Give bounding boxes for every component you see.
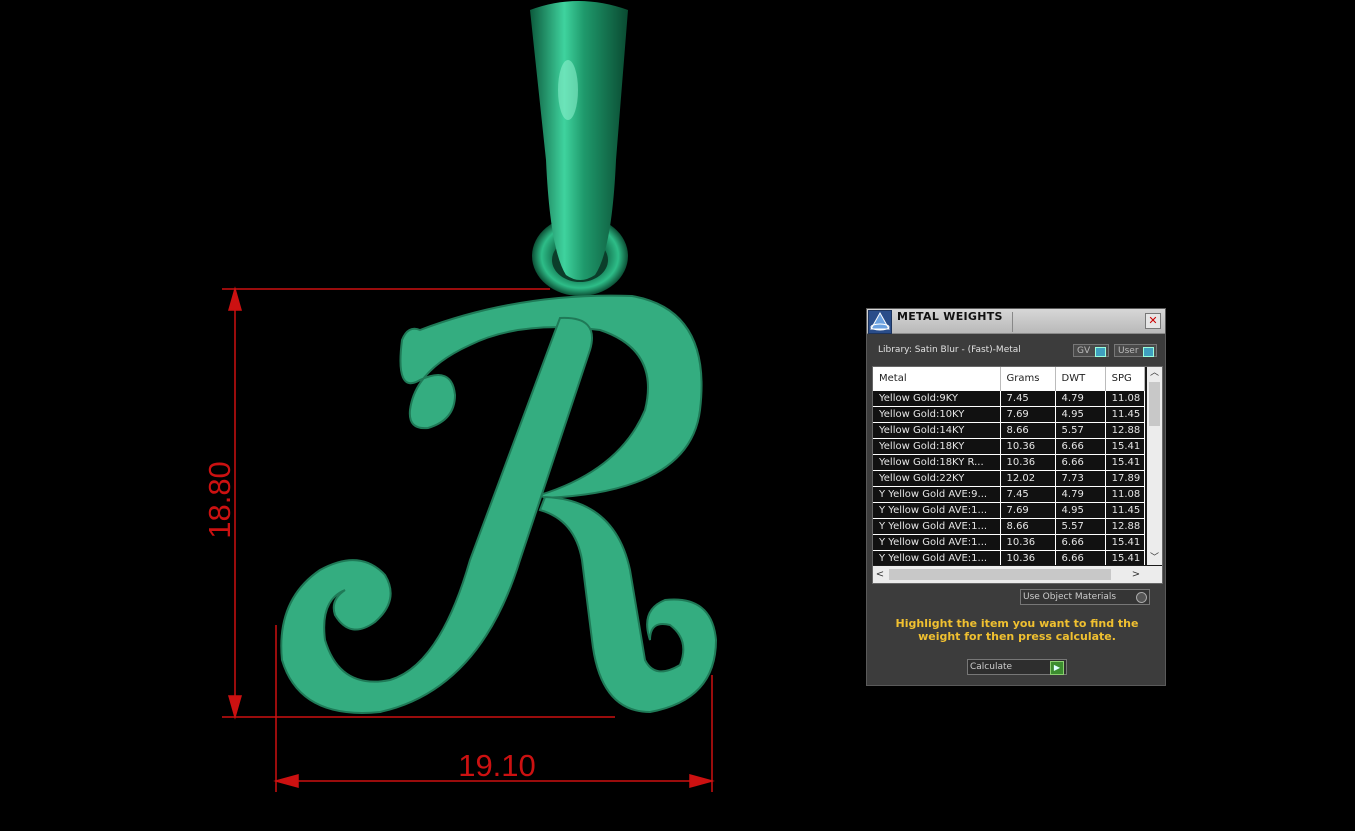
cell-dwt: 6.66 [1056, 439, 1106, 454]
table-body: Metal Grams DWT SPG Yellow Gold:9KY 7.45 4… [873, 367, 1145, 565]
user-label: User [1118, 346, 1139, 356]
cell-metal: Yellow Gold:14KY [873, 423, 1001, 438]
scroll-right-icon[interactable]: > [1129, 566, 1143, 583]
cell-dwt: 7.73 [1056, 471, 1106, 486]
table-row[interactable]: Yellow Gold:18KY 10.36 6.66 15.41 [873, 439, 1145, 455]
cell-grams: 12.02 [1001, 471, 1056, 486]
pendant-bail [530, 1, 628, 296]
use-object-materials-label: Use Object Materials [1023, 592, 1117, 602]
cell-grams: 8.66 [1001, 423, 1056, 438]
cell-spg: 12.88 [1106, 423, 1145, 438]
cell-metal: Y Yellow Gold AVE:1... [873, 519, 1001, 534]
cell-dwt: 6.66 [1056, 551, 1106, 565]
cell-grams: 10.36 [1001, 455, 1056, 470]
cell-dwt: 4.95 [1056, 503, 1106, 518]
height-dimension-label: 18.80 [202, 461, 237, 539]
cell-dwt: 4.79 [1056, 487, 1106, 502]
cell-metal: Y Yellow Gold AVE:1... [873, 551, 1001, 565]
cell-dwt: 6.66 [1056, 455, 1106, 470]
table-row[interactable]: Y Yellow Gold AVE:1... 10.36 6.66 15.41 [873, 535, 1145, 551]
cell-grams: 7.45 [1001, 487, 1056, 502]
rhino-app-icon [868, 310, 892, 334]
horizontal-scrollbar[interactable]: < > [873, 566, 1162, 583]
scroll-down-icon[interactable]: ﹀ [1147, 552, 1162, 565]
table-row[interactable]: Y Yellow Gold AVE:9... 7.45 4.79 11.08 [873, 487, 1145, 503]
cell-spg: 12.88 [1106, 519, 1145, 534]
cell-spg: 11.08 [1106, 487, 1145, 502]
table-row[interactable]: Yellow Gold:22KY 12.02 7.73 17.89 [873, 471, 1145, 487]
width-dimension-label: 19.10 [458, 748, 536, 783]
table-row[interactable]: Yellow Gold:9KY 7.45 4.79 11.08 [873, 391, 1145, 407]
instruction-text: Highlight the item you want to find the … [895, 617, 1139, 643]
cell-spg: 15.41 [1106, 535, 1145, 550]
use-object-materials-option[interactable]: Use Object Materials [1020, 589, 1150, 605]
cell-spg: 11.08 [1106, 391, 1145, 406]
cell-spg: 15.41 [1106, 551, 1145, 565]
cell-metal: Y Yellow Gold AVE:1... [873, 503, 1001, 518]
cell-spg: 15.41 [1106, 455, 1145, 470]
cell-grams: 10.36 [1001, 535, 1056, 550]
scroll-up-icon[interactable]: ︿ [1147, 367, 1162, 380]
cell-metal: Yellow Gold:22KY [873, 471, 1001, 486]
table-row[interactable]: Y Yellow Gold AVE:1... 8.66 5.57 12.88 [873, 519, 1145, 535]
cell-grams: 10.36 [1001, 551, 1056, 565]
cell-spg: 17.89 [1106, 471, 1145, 486]
panel-title: METAL WEIGHTS [897, 310, 1003, 323]
table-header: Metal Grams DWT SPG [873, 367, 1145, 391]
cell-dwt: 4.95 [1056, 407, 1106, 422]
title-divider [1012, 312, 1013, 332]
cell-spg: 11.45 [1106, 503, 1145, 518]
cell-metal: Yellow Gold:10KY [873, 407, 1001, 422]
table-row[interactable]: Y Yellow Gold AVE:1... 10.36 6.66 15.41 [873, 551, 1145, 565]
header-spg[interactable]: SPG [1106, 367, 1145, 391]
library-label: Library: Satin Blur - (Fast)-Metal [878, 345, 1021, 355]
cell-spg: 11.45 [1106, 407, 1145, 422]
gv-toggle-knob [1095, 347, 1106, 357]
pendant-letter-r [280, 294, 718, 714]
cell-metal: Yellow Gold:9KY [873, 391, 1001, 406]
metal-weights-table: Metal Grams DWT SPG Yellow Gold:9KY 7.45 4… [872, 366, 1163, 584]
user-toggle-knob [1143, 347, 1154, 357]
cell-grams: 10.36 [1001, 439, 1056, 454]
metal-weights-panel: METAL WEIGHTS ✕ Library: Satin Blur - (F… [866, 308, 1166, 686]
panel-titlebar[interactable]: METAL WEIGHTS ✕ [867, 309, 1165, 334]
scroll-left-icon[interactable]: < [873, 566, 887, 583]
cell-metal: Yellow Gold:18KY R... [873, 455, 1001, 470]
cell-grams: 7.45 [1001, 391, 1056, 406]
use-object-materials-radio[interactable] [1136, 592, 1147, 603]
gv-label: GV [1077, 346, 1091, 356]
horizontal-scroll-thumb[interactable] [889, 569, 1111, 580]
cell-metal: Y Yellow Gold AVE:9... [873, 487, 1001, 502]
cell-dwt: 4.79 [1056, 391, 1106, 406]
close-icon[interactable]: ✕ [1145, 313, 1161, 329]
vertical-scroll-thumb[interactable] [1149, 382, 1160, 426]
user-toggle[interactable]: User [1114, 344, 1157, 357]
cell-metal: Yellow Gold:18KY [873, 439, 1001, 454]
dimension-lines [222, 286, 715, 792]
play-icon[interactable]: ▶ [1050, 661, 1064, 675]
header-grams[interactable]: Grams [1001, 367, 1056, 391]
table-row[interactable]: Yellow Gold:14KY 8.66 5.57 12.88 [873, 423, 1145, 439]
calculate-button[interactable]: Calculate ▶ [967, 659, 1067, 675]
cell-grams: 7.69 [1001, 407, 1056, 422]
calculate-label: Calculate [970, 662, 1013, 672]
header-metal[interactable]: Metal [873, 367, 1001, 391]
cell-grams: 8.66 [1001, 519, 1056, 534]
cell-dwt: 6.66 [1056, 535, 1106, 550]
header-dwt[interactable]: DWT [1056, 367, 1106, 391]
cell-dwt: 5.57 [1056, 519, 1106, 534]
table-row[interactable]: Y Yellow Gold AVE:1... 7.69 4.95 11.45 [873, 503, 1145, 519]
cell-spg: 15.41 [1106, 439, 1145, 454]
cell-dwt: 5.57 [1056, 423, 1106, 438]
cell-grams: 7.69 [1001, 503, 1056, 518]
table-row[interactable]: Yellow Gold:18KY R... 10.36 6.66 15.41 [873, 455, 1145, 471]
cell-metal: Y Yellow Gold AVE:1... [873, 535, 1001, 550]
table-row[interactable]: Yellow Gold:10KY 7.69 4.95 11.45 [873, 407, 1145, 423]
vertical-scrollbar[interactable]: ︿ ﹀ [1147, 367, 1162, 565]
gv-toggle[interactable]: GV [1073, 344, 1109, 357]
